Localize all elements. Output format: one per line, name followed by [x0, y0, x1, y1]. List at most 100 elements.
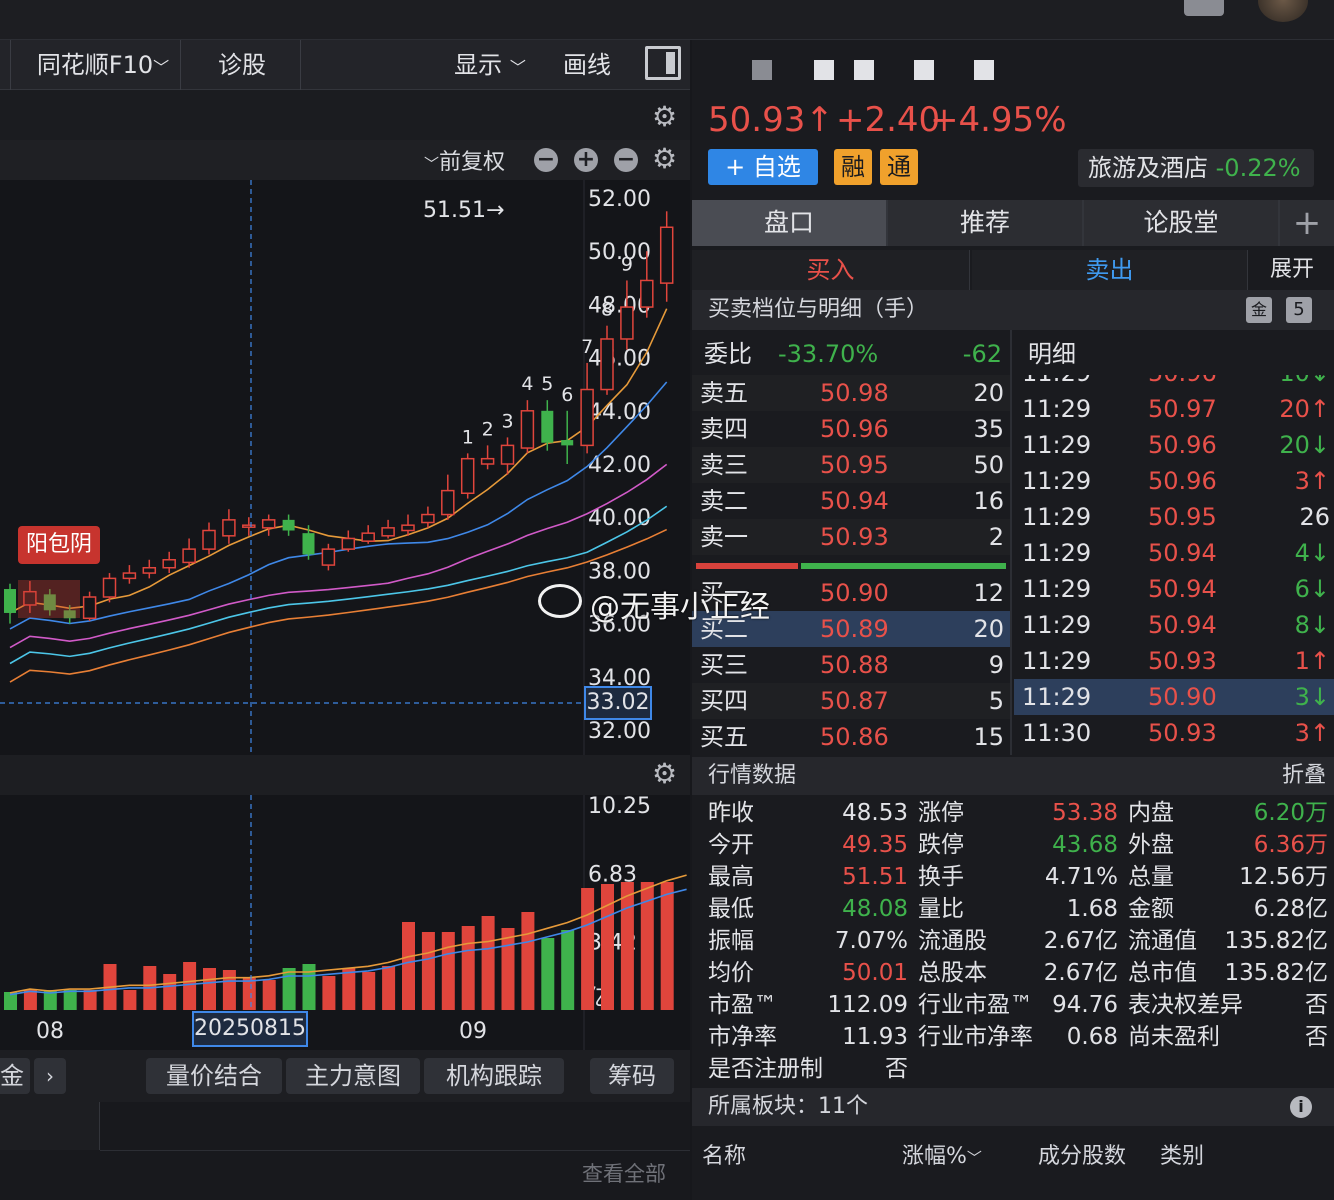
candle-body [401, 524, 415, 532]
gear-icon[interactable]: ⚙ [652, 757, 677, 790]
sell-button[interactable]: 卖出 [972, 250, 1248, 290]
f10-button[interactable]: 同花顺F10﹀ [28, 40, 178, 90]
candle-body [659, 226, 674, 284]
tick-row[interactable]: 11:29 50.97 20↑ [1014, 391, 1334, 427]
market-field-value: 112.09 [827, 992, 908, 1018]
tick-row[interactable]: 11:29 50.96 3↑ [1014, 463, 1334, 499]
bid-row[interactable]: 买三 50.88 9 [692, 647, 1010, 683]
stock-name-masked [854, 60, 874, 80]
market-field-label: 流通值 [1128, 928, 1197, 954]
pattern-label[interactable]: 阳包阴 [18, 526, 101, 564]
ma20-line [9, 463, 668, 649]
minus-icon[interactable]: − [614, 148, 638, 172]
weibi-row: 委比 -33.70% -62 [692, 334, 1010, 374]
ask-row[interactable]: 卖二 50.94 16 [692, 483, 1010, 519]
tick-row[interactable]: 11:29 50.93 1↑ [1014, 643, 1334, 679]
expand-button[interactable]: 展开 [1252, 250, 1332, 290]
tick-row[interactable]: 11:29 50.94 6↓ [1014, 571, 1334, 607]
candle-body [640, 279, 654, 308]
tick-time: 11:29 [1022, 395, 1092, 423]
ask-row[interactable]: 卖五 50.98 20 [692, 375, 1010, 411]
tab-forum[interactable]: 论股堂 [1084, 200, 1278, 246]
avatar[interactable] [1258, 0, 1308, 22]
add-tab-icon[interactable]: + [1280, 200, 1334, 246]
connect-badge[interactable]: 通 [880, 149, 918, 185]
adjust-dropdown[interactable]: ﹀前复权 [424, 144, 505, 176]
volume-bar [561, 930, 575, 1010]
tab-main-intent[interactable]: 主力意图 [286, 1058, 420, 1094]
diagnose-button[interactable]: 诊股 [190, 40, 294, 90]
candle-body [302, 533, 315, 555]
crosshair-price-label: 33.02 [584, 686, 652, 720]
gear-icon[interactable]: ⚙ [652, 100, 677, 133]
bid-row[interactable]: 买五 50.86 15 [692, 719, 1010, 755]
tab-chips[interactable]: 筹码 [590, 1058, 674, 1094]
volume-bar [23, 990, 37, 1010]
tick-row[interactable]: 11:29 50.90 3↓ [1014, 679, 1334, 715]
volume-bar [262, 980, 276, 1010]
tab-volume-price[interactable]: 量价结合 [146, 1058, 282, 1094]
zoom-out-icon[interactable]: − [534, 148, 558, 172]
level-price: 50.95 [820, 451, 889, 479]
price-tick-label: 52.00 [588, 187, 651, 212]
depth-levels-badge[interactable]: 5 [1286, 297, 1312, 323]
watermark: @无事小正经 [590, 590, 770, 625]
candle-body [421, 513, 435, 524]
chart-header: ﹀前复权 − + − ⚙ [0, 140, 690, 180]
col-type[interactable]: 类别 [1160, 1134, 1204, 1180]
market-field-label: 昨收 [708, 800, 754, 826]
chevron-down-icon: ﹀ [509, 58, 526, 77]
tab-recommend[interactable]: 推荐 [888, 200, 1082, 246]
volume-chart[interactable]: 10.256.833.42亿0809 20250815 [0, 795, 690, 1050]
volume-tick-label: 10.25 [588, 795, 651, 819]
tick-row[interactable]: 11:29 50.94 8↓ [1014, 607, 1334, 643]
volume-bar [620, 882, 634, 1010]
sector-pct: -0.22% [1215, 154, 1301, 182]
tab-fund[interactable]: 金 [0, 1058, 30, 1094]
market-field-label: 振幅 [708, 928, 754, 954]
col-name[interactable]: 名称 [702, 1134, 746, 1180]
col-change[interactable]: 涨幅%﹀ [902, 1134, 982, 1181]
settings-icon[interactable] [1184, 0, 1224, 16]
margin-badge[interactable]: 融 [834, 149, 872, 185]
col-count[interactable]: 成分股数 [1038, 1134, 1126, 1180]
add-watchlist-button[interactable]: + 自选 [708, 149, 818, 185]
volume-bar [660, 882, 674, 1010]
ask-row[interactable]: 卖三 50.95 50 [692, 447, 1010, 483]
volume-bar [242, 978, 256, 1010]
market-field-label: 今开 [708, 832, 754, 858]
gear-icon[interactable]: ⚙ [652, 142, 677, 175]
bid-row[interactable]: 买四 50.87 5 [692, 683, 1010, 719]
candle-body [460, 457, 475, 495]
see-all-link[interactable]: 查看全部 [582, 1158, 666, 1188]
tick-row[interactable]: 11:29 50.96 10↓ [1014, 375, 1334, 391]
tick-row[interactable]: 11:29 50.94 4↓ [1014, 535, 1334, 571]
level2-icon[interactable]: 金 [1246, 297, 1272, 323]
volume-bar [421, 932, 435, 1010]
quote-panel: 50.93↑ +2.40 +4.95% + 自选 融 通 旅游及酒店 -0.22… [692, 40, 1334, 1200]
quote-tabs: 盘口 推荐 论股堂 + [692, 200, 1334, 246]
tick-row[interactable]: 11:30 50.93 3↑ [1014, 715, 1334, 751]
weibi-pct: -33.70% [778, 340, 879, 368]
tab-institution[interactable]: 机构跟踪 [424, 1058, 564, 1094]
tick-row[interactable]: 11:29 50.96 20↓ [1014, 427, 1334, 463]
panel-toggle-icon[interactable] [645, 46, 681, 80]
market-field-value: 否 [1305, 1024, 1328, 1050]
tick-row[interactable]: 11:29 50.95 26 [1014, 499, 1334, 535]
info-icon[interactable]: i [1290, 1096, 1312, 1118]
stock-name-masked [914, 60, 934, 80]
ask-row[interactable]: 卖四 50.96 35 [692, 411, 1010, 447]
draw-line-button[interactable]: 画线 [550, 40, 624, 90]
tab-order-book[interactable]: 盘口 [692, 200, 886, 246]
tick-time: 11:29 [1022, 467, 1092, 495]
ask-row[interactable]: 卖一 50.93 2 [692, 519, 1010, 555]
fold-button[interactable]: 折叠 [1282, 757, 1326, 795]
market-field-value: 7.07% [834, 928, 908, 954]
display-button[interactable]: 显示 ﹀ [440, 40, 540, 90]
buy-button[interactable]: 买入 [692, 250, 970, 290]
tick-volume: 4↓ [1294, 539, 1330, 567]
zoom-in-icon[interactable]: + [574, 148, 598, 172]
sector-chip[interactable]: 旅游及酒店 -0.22% [1078, 149, 1314, 187]
chevron-right-icon[interactable]: › [34, 1058, 66, 1094]
kline-chart[interactable]: 52.00 50.00 48.00 46.00 44.00 42.00 40.00 38.00… [0, 180, 690, 755]
